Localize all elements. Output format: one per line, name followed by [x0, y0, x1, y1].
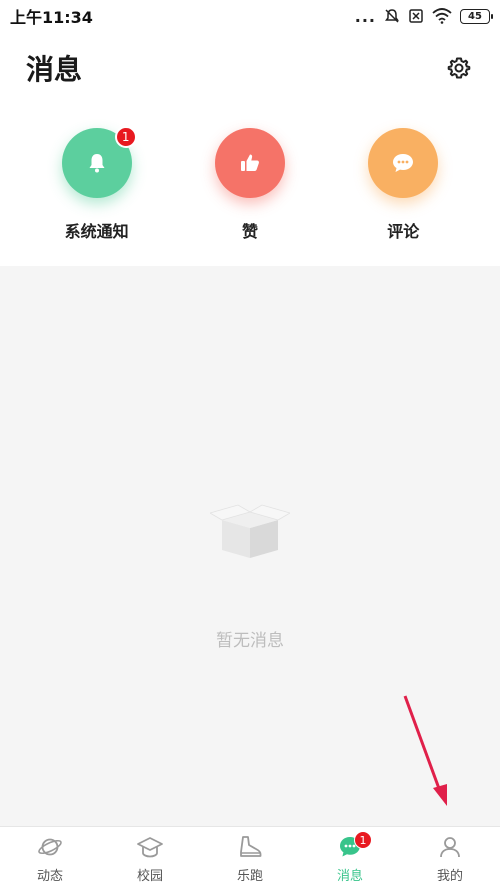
comment-icon [393, 154, 414, 172]
category-comments[interactable]: 评论 [343, 118, 463, 266]
category-label: 系统通知 [64, 222, 129, 241]
shoe-icon [240, 836, 262, 857]
graduation-cap-icon [137, 837, 163, 858]
more-dots: ... [354, 6, 376, 26]
messages-tab-badge: 1 [354, 831, 372, 849]
bell-muted-icon [385, 9, 399, 23]
likes-icon-circle [214, 128, 285, 198]
thumbs-up-icon [240, 154, 259, 171]
tab-label: 消息 [336, 869, 363, 884]
empty-box-icon [210, 504, 290, 558]
tab-messages[interactable]: 1 消息 [310, 827, 390, 889]
gear-icon [447, 57, 471, 79]
tab-label: 校园 [136, 869, 163, 884]
annotation-arrow-icon [403, 695, 447, 806]
empty-state-text: 暂无消息 [216, 631, 284, 651]
sim-blocked-icon [409, 9, 423, 23]
category-likes[interactable]: 赞 [190, 118, 310, 266]
bell-icon [89, 154, 105, 173]
wifi-icon [432, 8, 452, 24]
message-categories: 1 系统通知 赞 评论 [0, 118, 500, 266]
tab-label: 乐跑 [236, 869, 263, 884]
tab-label: 动态 [36, 869, 63, 884]
comments-icon-circle [368, 128, 439, 198]
battery-indicator: 45 [460, 8, 493, 24]
bottom-tab-bar: 动态 校园 乐跑 1 消息 我的 [0, 826, 500, 889]
settings-button[interactable] [444, 53, 474, 83]
planet-icon [38, 838, 62, 856]
tab-mine[interactable]: 我的 [410, 827, 490, 889]
person-icon [440, 837, 460, 858]
category-label: 赞 [241, 222, 258, 241]
tab-label: 我的 [436, 869, 463, 884]
header: 消息 [0, 40, 500, 96]
system-notice-badge: 1 [114, 126, 137, 148]
category-label: 评论 [387, 222, 420, 241]
status-time: 上午11:34 [10, 8, 93, 27]
status-icons: ... 45 [354, 6, 493, 26]
category-system-notice[interactable]: 1 系统通知 [37, 118, 157, 266]
page-title: 消息 [26, 53, 83, 86]
tab-run[interactable]: 乐跑 [210, 827, 290, 889]
status-bar: 上午11:34 ... 45 [0, 0, 500, 32]
tab-dynamic[interactable]: 动态 [10, 827, 90, 889]
tab-campus[interactable]: 校园 [110, 827, 190, 889]
